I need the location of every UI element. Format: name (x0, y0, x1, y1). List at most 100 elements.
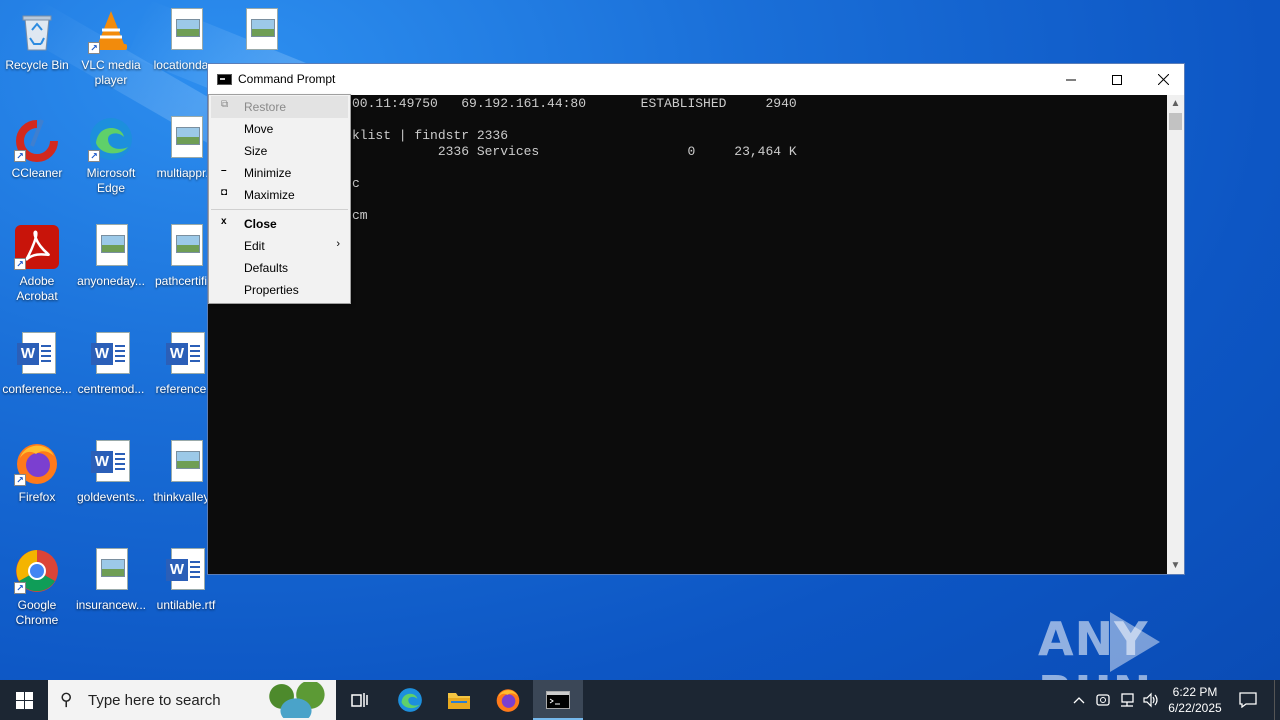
console-line: c (352, 176, 360, 191)
menu-item-move[interactable]: Move (211, 118, 348, 140)
image-file-icon (163, 116, 209, 162)
desktop-icon-label: anyoneday... (77, 274, 145, 288)
system-menu: ⧉ Restore Move Size – Minimize ◘ Maximiz… (208, 94, 351, 304)
menu-item-properties[interactable]: Properties (211, 279, 348, 301)
minimize-icon: – (221, 165, 227, 176)
desktop-icon-file[interactable] (224, 8, 298, 58)
search-icon: ⚲ (60, 690, 73, 709)
scroll-up-icon[interactable]: ▲ (1167, 95, 1184, 112)
clock-time: 6:22 PM (1172, 685, 1218, 699)
taskbar-clock[interactable]: 6:22 PM 6/22/2025 (1160, 684, 1230, 716)
desktop-icon-label: Adobe Acrobat (16, 274, 58, 303)
close-icon: x (221, 216, 227, 227)
task-view-button[interactable] (336, 680, 384, 720)
desktop-icon-recycle-bin[interactable]: Recycle Bin (0, 8, 74, 73)
shortcut-arrow-icon: ↗ (14, 582, 26, 594)
edge-icon (398, 688, 422, 712)
cmd-icon (546, 691, 570, 709)
action-center-button[interactable] (1234, 680, 1262, 720)
desktop-icon-label: Google Chrome (15, 598, 59, 627)
desktop-icon-label: centremod... (77, 382, 145, 396)
console-line: cm (352, 208, 368, 223)
command-prompt-window[interactable]: Command Prompt 00.11:49750 69.192.161.44… (207, 63, 1185, 575)
cmd-icon[interactable] (217, 74, 232, 85)
desktop-icon-label: Recycle Bin (5, 58, 69, 72)
image-file-icon (163, 224, 209, 270)
desktop-icon-label: Microsoft Edge (86, 166, 136, 195)
maximize-icon: ◘ (221, 187, 228, 198)
scroll-thumb[interactable] (1169, 113, 1182, 130)
menu-item-maximize[interactable]: ◘ Maximize (211, 184, 348, 206)
acrobat-icon: ↗ (14, 224, 60, 270)
desktop-icon-label: CCleaner (11, 166, 63, 180)
menu-item-edit[interactable]: Edit › (211, 235, 348, 257)
vertical-scrollbar[interactable]: ▲ ▼ (1167, 95, 1184, 574)
task-view-icon (351, 693, 368, 707)
console-line: klist | findstr 2336 (352, 128, 509, 143)
firefox-icon (496, 689, 520, 712)
desktop-icon-acrobat[interactable]: ↗ Adobe Acrobat (0, 224, 74, 304)
desktop-icon-ccleaner[interactable]: ↗ CCleaner (0, 116, 74, 181)
console-line: 2336 Services 0 23,464 K (352, 144, 797, 159)
tray-volume[interactable] (1140, 680, 1162, 720)
firefox-icon: ↗ (14, 440, 60, 486)
taskbar-edge[interactable] (386, 680, 434, 720)
windows-logo-icon (15, 691, 33, 709)
play-logo-icon (1110, 612, 1160, 672)
network-icon (1121, 693, 1134, 707)
word-file-icon: W (88, 440, 134, 486)
scroll-down-icon[interactable]: ▼ (1167, 557, 1184, 574)
minimize-button[interactable] (1048, 64, 1094, 95)
show-hidden-icons-button[interactable] (1068, 680, 1090, 720)
desktop-icon-file[interactable]: W conference... (0, 332, 74, 397)
chrome-icon: ↗ (14, 548, 60, 594)
shortcut-arrow-icon: ↗ (88, 150, 100, 162)
close-button[interactable] (1140, 64, 1186, 95)
tray-meet-now[interactable] (1092, 680, 1114, 720)
window-titlebar[interactable]: Command Prompt (208, 64, 1184, 95)
file-explorer-icon (448, 693, 470, 709)
menu-item-size[interactable]: Size (211, 140, 348, 162)
menu-separator (211, 209, 348, 210)
taskbar-file-explorer[interactable] (435, 680, 483, 720)
search-placeholder: Type here to search (88, 692, 221, 709)
desktop-icon-chrome[interactable]: ↗ Google Chrome (0, 548, 74, 628)
shortcut-arrow-icon: ↗ (14, 150, 26, 162)
menu-item-defaults[interactable]: Defaults (211, 257, 348, 279)
taskbar-firefox[interactable] (484, 680, 532, 720)
menu-item-minimize[interactable]: – Minimize (211, 162, 348, 184)
show-desktop-button[interactable] (1274, 680, 1280, 720)
shortcut-arrow-icon: ↗ (14, 258, 26, 270)
desktop-icon-file[interactable]: W centremod... (74, 332, 148, 397)
window-title: Command Prompt (238, 72, 336, 86)
maximize-button[interactable] (1094, 64, 1140, 95)
taskbar-command-prompt[interactable] (533, 680, 583, 720)
desktop-icon-firefox[interactable]: ↗ Firefox (0, 440, 74, 505)
desktop-icon-label: insurancew... (75, 598, 147, 612)
desktop-icon-label: VLC media player (81, 58, 141, 87)
volume-icon (1143, 692, 1158, 708)
start-button[interactable] (0, 680, 48, 720)
desktop-icon-file[interactable]: W goldevents... (74, 440, 148, 505)
shortcut-arrow-icon: ↗ (14, 474, 26, 486)
console-output[interactable]: 00.11:49750 69.192.161.44:80 ESTABLISHED… (208, 95, 1168, 574)
vlc-icon: ↗ (88, 8, 134, 54)
shortcut-arrow-icon: ↗ (88, 42, 100, 54)
desktop-icon-file[interactable]: insurancew... (74, 548, 148, 613)
desktop-icon-vlc[interactable]: ↗ VLC media player (74, 8, 148, 88)
image-file-icon (163, 8, 209, 54)
menu-item-restore[interactable]: ⧉ Restore (211, 96, 348, 118)
desktop-icon-edge[interactable]: ↗ Microsoft Edge (74, 116, 148, 196)
word-file-icon: W (14, 332, 60, 378)
minimize-icon (1066, 79, 1076, 80)
tray-network[interactable] (1116, 680, 1138, 720)
ccleaner-icon: ↗ (14, 116, 60, 162)
notification-icon (1239, 692, 1257, 708)
desktop-icon-label: untilable.rtf (156, 598, 216, 612)
image-file-icon (163, 440, 209, 486)
menu-item-close[interactable]: x Close (211, 213, 348, 235)
restore-icon: ⧉ (221, 99, 229, 110)
taskbar-search-box[interactable]: ⚲ Type here to search (48, 680, 336, 720)
maximize-icon (1112, 74, 1122, 85)
desktop-icon-file[interactable]: anyoneday... (74, 224, 148, 289)
